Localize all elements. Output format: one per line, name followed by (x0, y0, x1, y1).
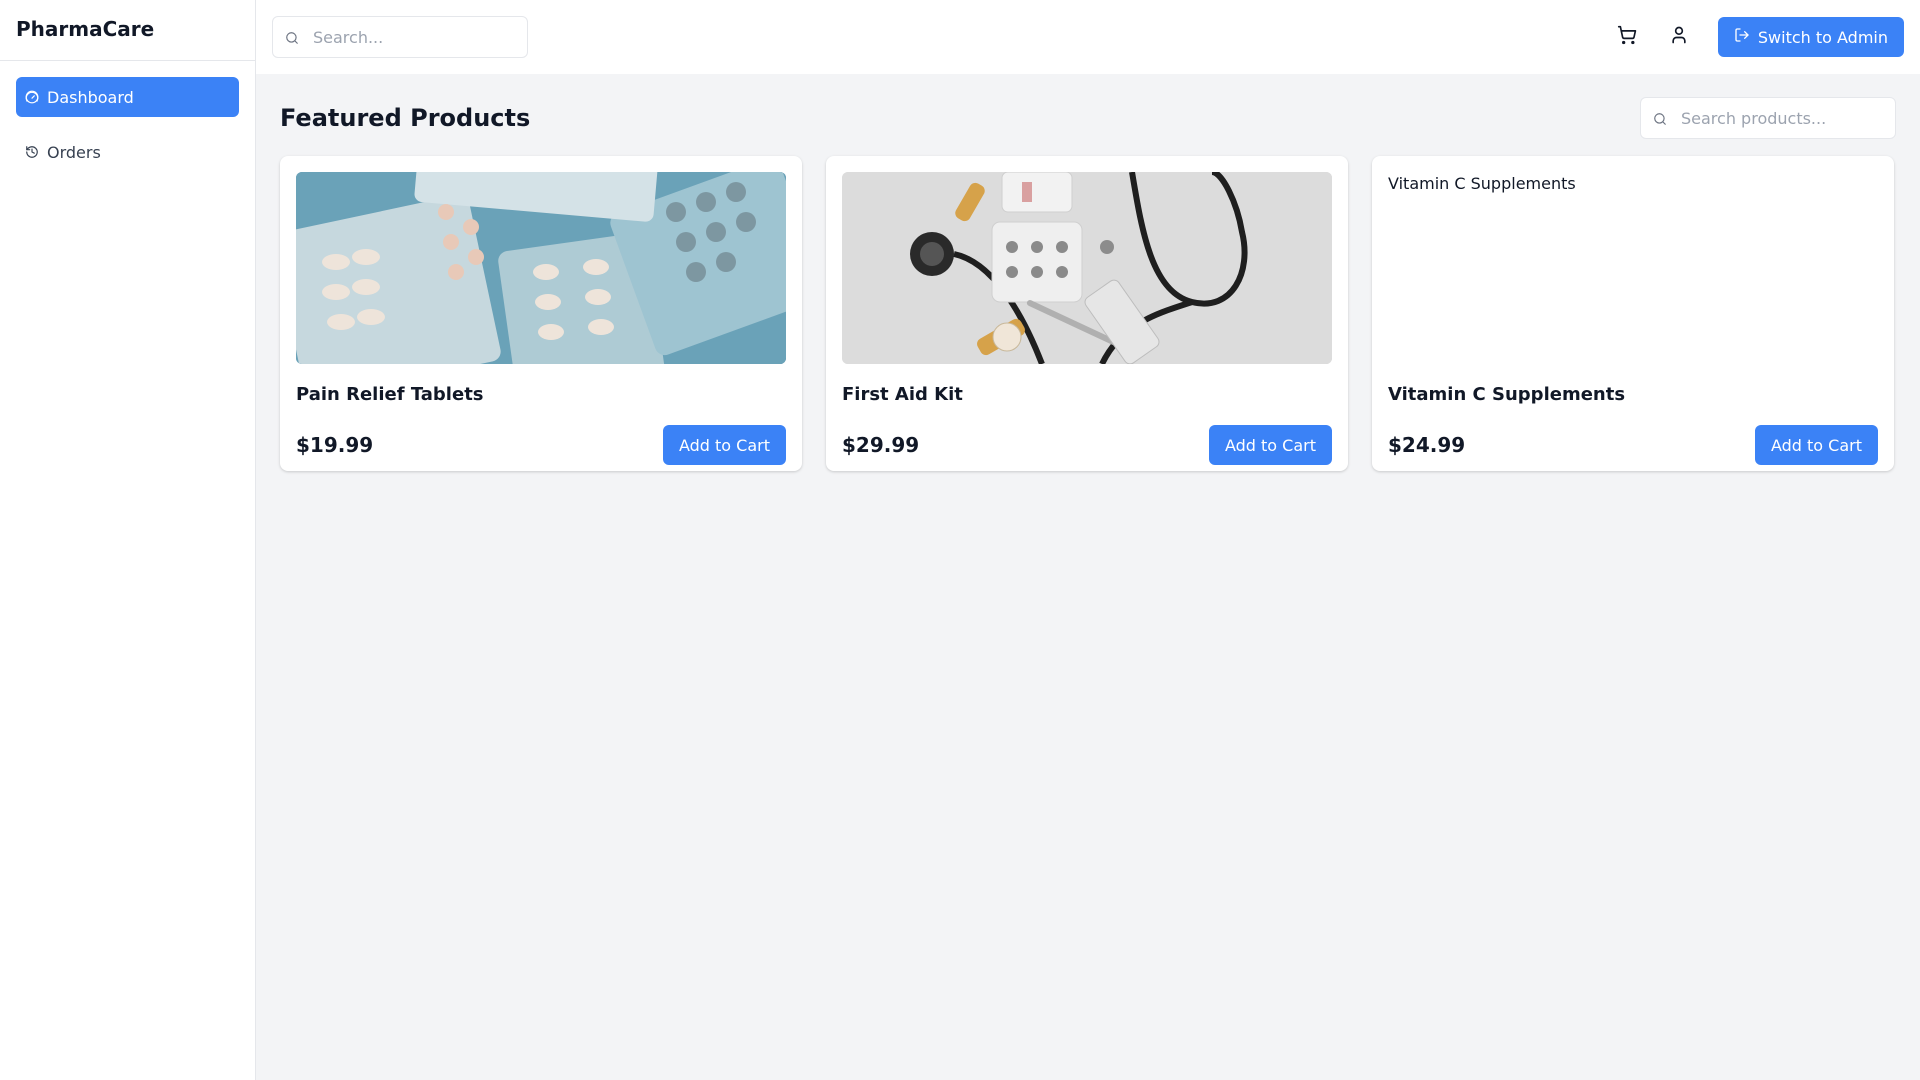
product-footer: $19.99 Add to Cart (296, 425, 786, 465)
product-card: Pain Relief Tablets $19.99 Add to Cart (280, 156, 802, 471)
user-icon (1669, 25, 1689, 49)
product-footer: $29.99 Add to Cart (842, 425, 1332, 465)
product-image-vitamin-c-supplements: Vitamin C Supplements (1388, 172, 1878, 364)
add-to-cart-button[interactable]: Add to Cart (1754, 425, 1878, 465)
product-name: Vitamin C Supplements (1388, 384, 1626, 405)
main-content: Featured Products Search products... Pai… (280, 97, 1896, 471)
page-title: Featured Products (280, 104, 531, 132)
add-to-cart-button[interactable]: Add to Cart (662, 425, 786, 465)
search-icon (1653, 111, 1667, 125)
product-price: $24.99 (1388, 433, 1466, 457)
top-header: Switch to Admin (256, 0, 1920, 74)
log-out-icon (1734, 27, 1750, 47)
shopping-cart-icon (1617, 25, 1637, 49)
sidebar-item-label: Orders (47, 142, 101, 162)
main-header: Featured Products (280, 97, 1896, 139)
header-actions: Switch to Admin (1605, 17, 1904, 57)
profile-button[interactable] (1657, 17, 1701, 57)
sidebar: PharmaCare Dashboard Orders (0, 0, 256, 1080)
sidebar-item-label: Dashboard (47, 87, 134, 107)
product-image-first-aid-kit (842, 172, 1332, 364)
history-icon (25, 145, 39, 159)
product-name: First Aid Kit (842, 384, 963, 405)
pill-blister-illustration (296, 172, 786, 364)
product-search (1640, 97, 1896, 139)
brand-logo: PharmaCare (0, 0, 255, 61)
product-price: $29.99 (842, 433, 920, 457)
product-card: First Aid Kit $29.99 Add to Cart (826, 156, 1348, 471)
product-name: Pain Relief Tablets (296, 384, 484, 405)
product-card: Vitamin C Supplements Vitamin C Suppleme… (1372, 156, 1894, 471)
search-input[interactable] (272, 16, 528, 58)
product-footer: $24.99 Add to Cart (1388, 425, 1878, 465)
gauge-icon (25, 90, 39, 104)
product-image-pain-relief-tablets (296, 172, 786, 364)
product-price: $19.99 (296, 433, 374, 457)
first-aid-illustration (842, 172, 1332, 364)
sidebar-item-orders[interactable]: Orders (16, 132, 239, 172)
search-icon (285, 30, 299, 44)
product-grid: Pain Relief Tablets $19.99 Add to Cart F… (280, 156, 1896, 471)
product-search-input[interactable] (1640, 97, 1896, 139)
sidebar-item-dashboard[interactable]: Dashboard (16, 77, 239, 117)
add-to-cart-button[interactable]: Add to Cart (1208, 425, 1332, 465)
sidebar-nav: Dashboard Orders (0, 61, 255, 188)
global-search (272, 16, 528, 58)
switch-to-admin-button[interactable]: Switch to Admin (1717, 17, 1904, 57)
switch-to-admin-label: Switch to Admin (1757, 27, 1888, 47)
broken-image-alt-text: Vitamin C Supplements (1388, 174, 1576, 193)
cart-button[interactable] (1605, 17, 1649, 57)
